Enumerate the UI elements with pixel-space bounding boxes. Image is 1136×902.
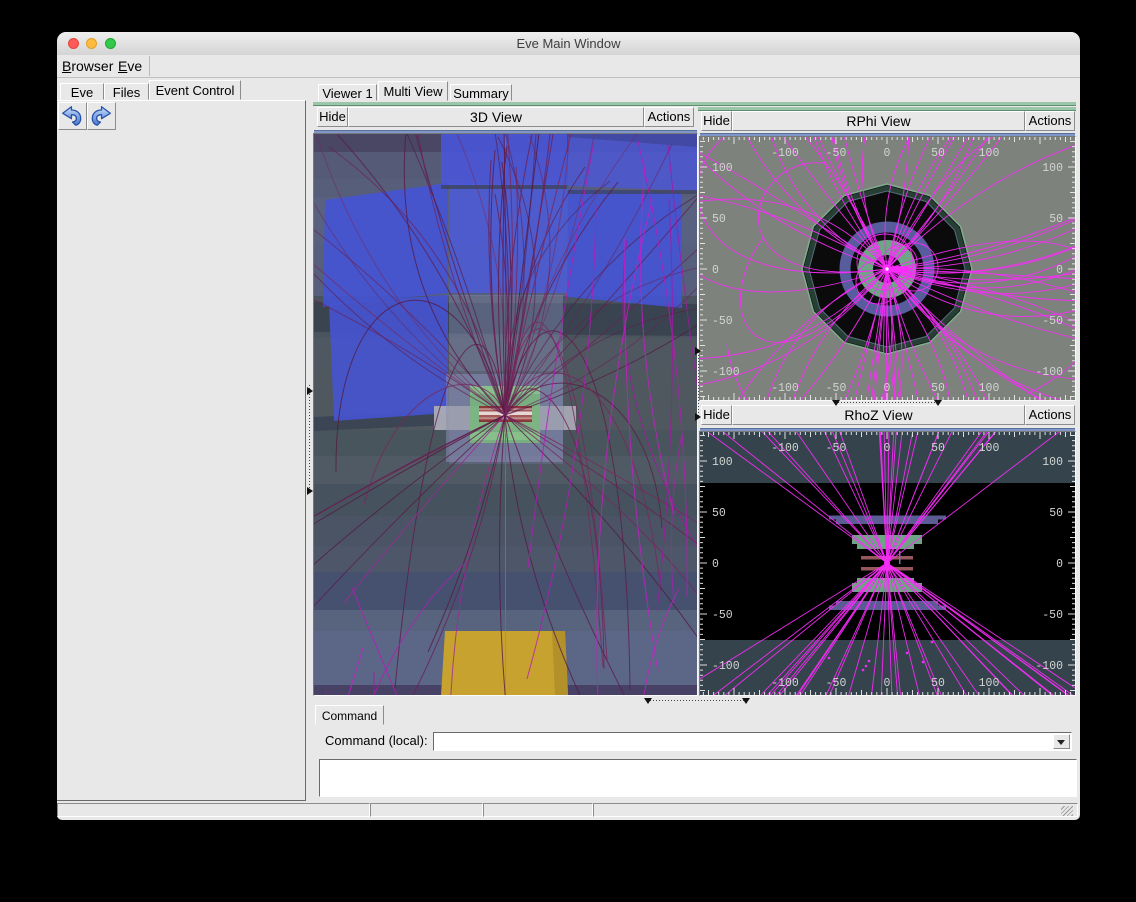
svg-text:-100: -100 xyxy=(712,660,740,673)
svg-text:100: 100 xyxy=(979,442,1000,455)
svg-text:50: 50 xyxy=(712,507,726,520)
svg-text:100: 100 xyxy=(1042,456,1063,469)
svg-text:50: 50 xyxy=(1049,507,1063,520)
svg-text:50: 50 xyxy=(712,213,726,226)
svg-text:100: 100 xyxy=(712,162,733,175)
svg-text:0: 0 xyxy=(884,442,891,455)
svg-text:-50: -50 xyxy=(712,609,733,622)
svg-text:0: 0 xyxy=(884,382,891,395)
svg-text:-50: -50 xyxy=(1042,315,1063,328)
svg-text:-100: -100 xyxy=(1035,366,1063,379)
svg-text:-50: -50 xyxy=(826,677,847,690)
svg-text:50: 50 xyxy=(1049,213,1063,226)
svg-text:-100: -100 xyxy=(771,147,799,160)
svg-text:-50: -50 xyxy=(826,442,847,455)
svg-text:100: 100 xyxy=(979,382,1000,395)
svg-text:100: 100 xyxy=(979,677,1000,690)
svg-text:0: 0 xyxy=(712,558,719,571)
svg-text:0: 0 xyxy=(712,264,719,277)
svg-text:0: 0 xyxy=(884,147,891,160)
svg-text:100: 100 xyxy=(1042,162,1063,175)
svg-text:-50: -50 xyxy=(1042,609,1063,622)
svg-text:50: 50 xyxy=(931,442,945,455)
svg-text:0: 0 xyxy=(1056,558,1063,571)
svg-text:0: 0 xyxy=(1056,264,1063,277)
svg-text:-100: -100 xyxy=(771,677,799,690)
svg-text:100: 100 xyxy=(979,147,1000,160)
svg-text:-100: -100 xyxy=(1035,660,1063,673)
svg-text:-50: -50 xyxy=(826,382,847,395)
svg-text:50: 50 xyxy=(931,147,945,160)
svg-text:100: 100 xyxy=(712,456,733,469)
svg-text:50: 50 xyxy=(931,677,945,690)
svg-text:-100: -100 xyxy=(771,382,799,395)
svg-text:50: 50 xyxy=(931,382,945,395)
svg-text:-100: -100 xyxy=(712,366,740,379)
svg-text:-50: -50 xyxy=(712,315,733,328)
svg-text:0: 0 xyxy=(884,677,891,690)
svg-text:-50: -50 xyxy=(826,147,847,160)
svg-text:-100: -100 xyxy=(771,442,799,455)
